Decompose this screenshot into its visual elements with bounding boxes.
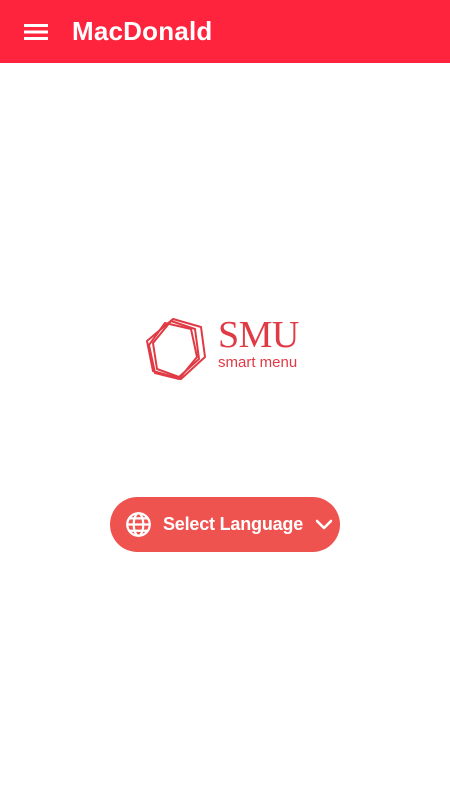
chevron-down-icon [313, 514, 335, 536]
logo-tagline: smart menu [218, 354, 298, 371]
select-language-label: Select Language [163, 514, 304, 534]
menu-button[interactable] [0, 0, 72, 63]
smu-logo: SMU smart menu [143, 313, 303, 385]
select-language-button[interactable]: Select Language [110, 497, 340, 552]
app-title: MacDonald [72, 16, 213, 46]
smu-logo-icon [146, 318, 206, 380]
logo-brand-text: SMU [218, 314, 299, 356]
app-screen: MacDonald SMU smart menu Select Language [0, 0, 450, 800]
app-bar: MacDonald [0, 0, 450, 63]
menu-icon [23, 22, 49, 42]
globe-icon [124, 511, 152, 539]
